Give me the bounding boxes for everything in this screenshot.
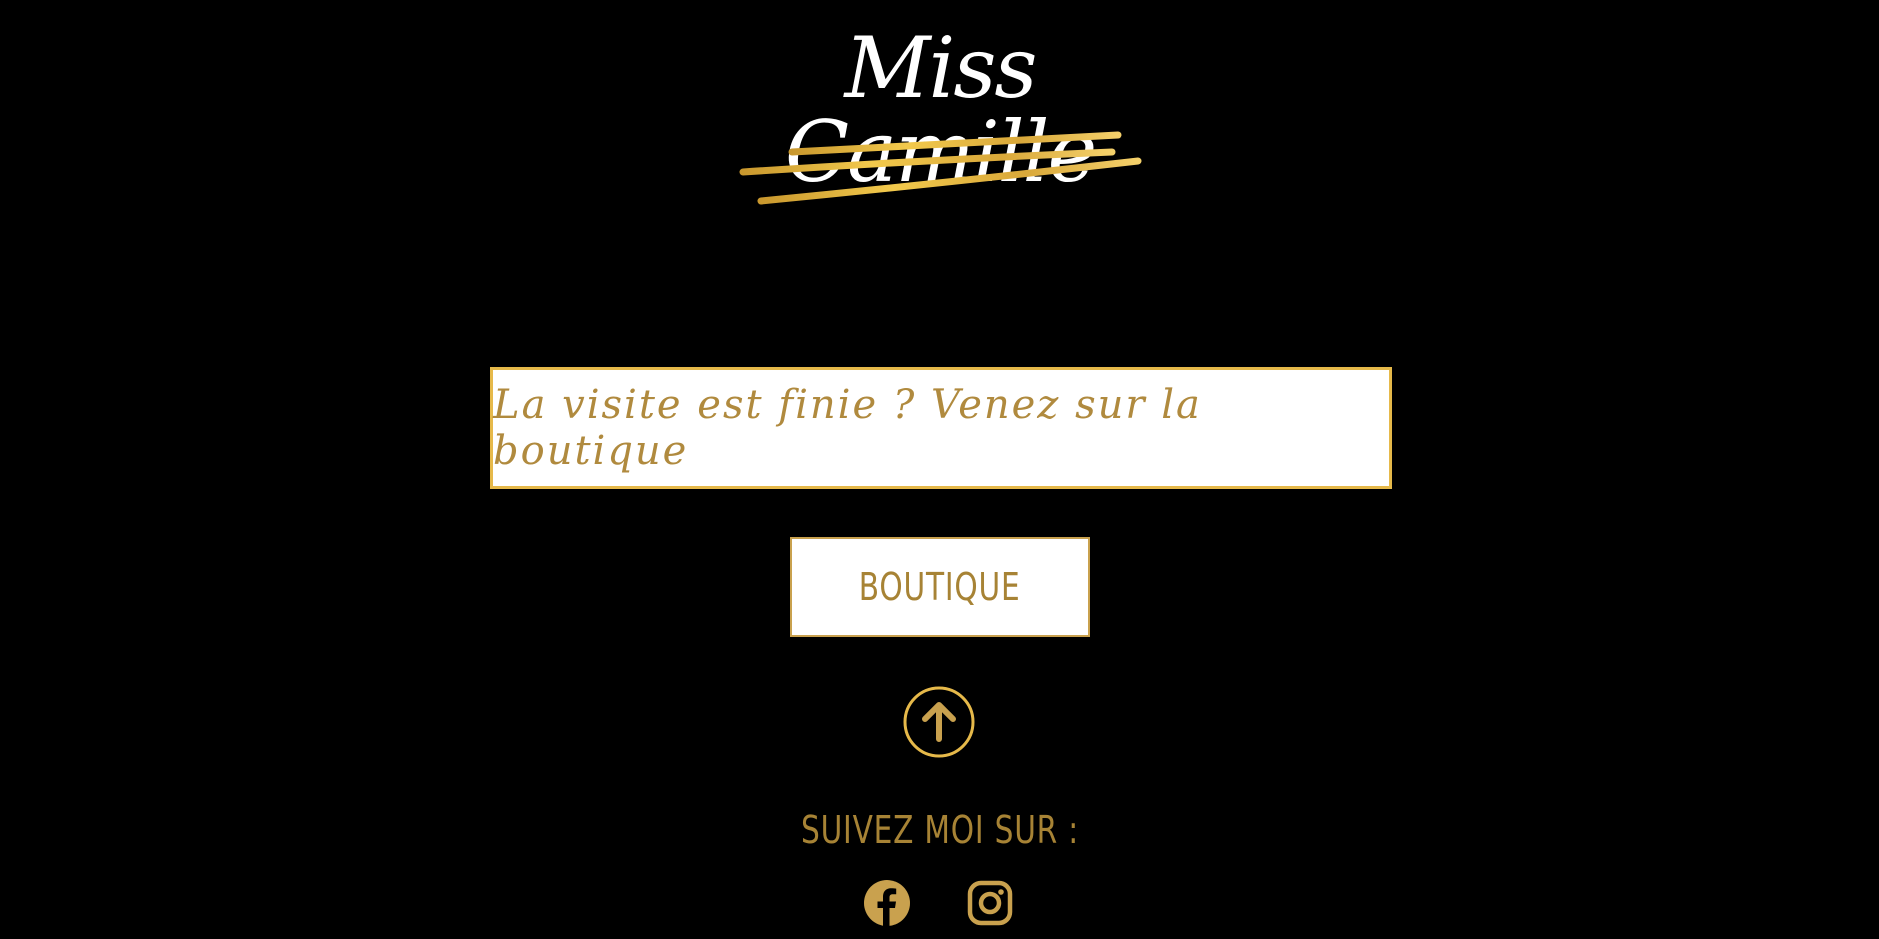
instagram-link[interactable] xyxy=(966,879,1014,927)
shop-button-label: BOUTIQUE xyxy=(859,565,1021,609)
facebook-link[interactable] xyxy=(863,879,911,927)
facebook-icon xyxy=(864,880,910,926)
follow-label: SUIVEZ MOI SUR : xyxy=(800,808,1080,852)
instagram-icon xyxy=(967,880,1013,926)
back-to-top-button[interactable] xyxy=(903,686,975,758)
shop-button[interactable]: BOUTIQUE xyxy=(790,537,1090,637)
logo-underline-strokes xyxy=(739,131,1142,205)
brand-logo[interactable]: Miss Camille xyxy=(725,18,1155,218)
shop-invitation-banner: La visite est finie ? Venez sur la bouti… xyxy=(490,367,1392,489)
arrow-up-circle-icon xyxy=(903,686,975,758)
banner-text: La visite est finie ? Venez sur la bouti… xyxy=(493,382,1202,474)
